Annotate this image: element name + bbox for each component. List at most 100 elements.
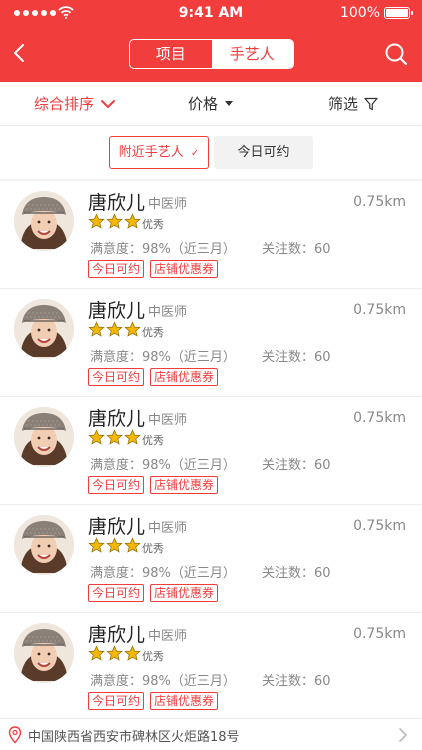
- avatar: [14, 623, 74, 683]
- satisfaction-text: 满意度：98%（近三月）: [90, 242, 236, 257]
- filter-funnel-icon: [364, 97, 378, 111]
- tag-list: 今日可约 店铺优惠券: [88, 476, 219, 494]
- status-bar: 9:41 AM 100%: [0, 0, 422, 26]
- artisan-distance: 0.75km: [353, 194, 406, 210]
- star-icon: [106, 645, 123, 662]
- star-icon: [106, 537, 123, 554]
- star-icon: [106, 213, 123, 230]
- star-icon: [106, 429, 123, 446]
- chevron-right-icon: [399, 728, 407, 742]
- followers-count: 关注数：60: [262, 350, 331, 365]
- artisan-name: 唐欣儿: [88, 516, 146, 538]
- tag-list: 今日可约 店铺优惠券: [88, 584, 219, 602]
- star-icon: [124, 645, 141, 662]
- back-arrow-icon[interactable]: [10, 42, 30, 64]
- artisan-role: 中医师: [148, 413, 188, 428]
- tab-artisans[interactable]: 手艺人: [211, 40, 293, 68]
- search-icon[interactable]: [384, 42, 408, 66]
- filter-nearby-chip[interactable]: 附近手艺人 ✓: [109, 136, 209, 169]
- satisfaction-text: 满意度：98%（近三月）: [90, 566, 236, 581]
- check-icon: ✓: [190, 148, 200, 159]
- artisan-role: 中医师: [148, 521, 188, 536]
- rating-label: 优秀: [142, 542, 164, 555]
- star-icon: [124, 537, 141, 554]
- artisan-name: 唐欣儿: [88, 624, 146, 646]
- battery-percent: 100%: [339, 5, 380, 21]
- avatar: [14, 407, 74, 467]
- star-icon: [88, 321, 105, 338]
- tag-available-today: 今日可约: [88, 692, 145, 710]
- sort-comprehensive[interactable]: 综合排序: [34, 82, 116, 126]
- star-icon: [88, 537, 105, 554]
- battery-icon: [384, 7, 413, 19]
- tag-list: 今日可约 店铺优惠券: [88, 260, 219, 278]
- star-rating: [88, 645, 141, 662]
- avatar: [14, 299, 74, 359]
- avatar: [14, 515, 74, 575]
- rating-label: 优秀: [142, 650, 164, 663]
- followers-count: 关注数：60: [262, 458, 331, 473]
- star-rating: [88, 429, 141, 446]
- followers-count: 关注数：60: [262, 566, 331, 581]
- star-rating: [88, 537, 141, 554]
- followers-count: 关注数：60: [262, 242, 331, 257]
- satisfaction-text: 满意度：98%（近三月）: [90, 458, 236, 473]
- artisan-distance: 0.75km: [353, 302, 406, 318]
- sort-filter[interactable]: 筛选: [328, 82, 378, 126]
- location-bar[interactable]: 中国陕西省西安市碑林区火炬路18号: [0, 718, 422, 750]
- sort-price-label: 价格: [188, 95, 219, 113]
- star-icon: [124, 321, 141, 338]
- tag-available-today: 今日可约: [88, 260, 145, 278]
- rating-label: 优秀: [142, 434, 164, 447]
- sort-comprehensive-label: 综合排序: [34, 95, 95, 113]
- tag-store-coupon: 店铺优惠券: [150, 584, 219, 602]
- sort-price[interactable]: 价格: [188, 82, 234, 126]
- sort-filter-label: 筛选: [328, 95, 359, 113]
- followers-count: 关注数：60: [262, 674, 331, 689]
- artisan-distance: 0.75km: [353, 626, 406, 642]
- star-icon: [88, 213, 105, 230]
- artisan-name: 唐欣儿: [88, 192, 146, 214]
- star-rating: [88, 213, 141, 230]
- artisan-role: 中医师: [148, 197, 188, 212]
- artisan-name: 唐欣儿: [88, 300, 146, 322]
- tag-store-coupon: 店铺优惠券: [150, 692, 219, 710]
- artisan-name: 唐欣儿: [88, 408, 146, 430]
- tag-available-today: 今日可约: [88, 584, 145, 602]
- tag-list: 今日可约 店铺优惠券: [88, 368, 219, 386]
- star-icon: [124, 213, 141, 230]
- artisan-distance: 0.75km: [353, 410, 406, 426]
- artisan-list: 唐欣儿 中医师 0.75km 优秀 满意度：98%（近三月） 关注数：60 今日…: [0, 181, 422, 721]
- category-segmented-control: 项目 手艺人: [129, 39, 294, 69]
- star-icon: [88, 429, 105, 446]
- tag-available-today: 今日可约: [88, 368, 145, 386]
- artisan-distance: 0.75km: [353, 518, 406, 534]
- list-item[interactable]: 唐欣儿 中医师 0.75km 优秀 满意度：98%（近三月） 关注数：60 今日…: [0, 289, 422, 397]
- list-item[interactable]: 唐欣儿 中医师 0.75km 优秀 满意度：98%（近三月） 关注数：60 今日…: [0, 181, 422, 289]
- list-item[interactable]: 唐欣儿 中医师 0.75km 优秀 满意度：98%（近三月） 关注数：60 今日…: [0, 505, 422, 613]
- tag-store-coupon: 店铺优惠券: [150, 368, 219, 386]
- filter-today-chip[interactable]: 今日可约: [214, 136, 313, 169]
- tag-list: 今日可约 店铺优惠券: [88, 692, 219, 710]
- tab-projects[interactable]: 项目: [130, 40, 212, 68]
- top-header: 9:41 AM 100% 项目 手艺人: [0, 0, 422, 82]
- star-rating: [88, 321, 141, 338]
- tag-store-coupon: 店铺优惠券: [150, 260, 219, 278]
- location-address: 中国陕西省西安市碑林区火炬路18号: [28, 730, 240, 745]
- artisan-role: 中医师: [148, 305, 188, 320]
- list-item[interactable]: 唐欣儿 中医师 0.75km 优秀 满意度：98%（近三月） 关注数：60 今日…: [0, 397, 422, 505]
- rating-label: 优秀: [142, 218, 164, 231]
- star-icon: [88, 645, 105, 662]
- satisfaction-text: 满意度：98%（近三月）: [90, 674, 236, 689]
- list-item[interactable]: 唐欣儿 中医师 0.75km 优秀 满意度：98%（近三月） 关注数：60 今日…: [0, 613, 422, 721]
- chevron-down-icon: [101, 100, 116, 108]
- filter-nearby-label: 附近手艺人: [118, 145, 184, 160]
- location-pin-icon: [8, 726, 22, 744]
- star-icon: [106, 321, 123, 338]
- tag-store-coupon: 店铺优惠券: [150, 476, 219, 494]
- satisfaction-text: 满意度：98%（近三月）: [90, 350, 236, 365]
- tag-available-today: 今日可约: [88, 476, 145, 494]
- sort-bar: 综合排序 价格 筛选: [0, 82, 422, 126]
- avatar: [14, 191, 74, 251]
- rating-label: 优秀: [142, 326, 164, 339]
